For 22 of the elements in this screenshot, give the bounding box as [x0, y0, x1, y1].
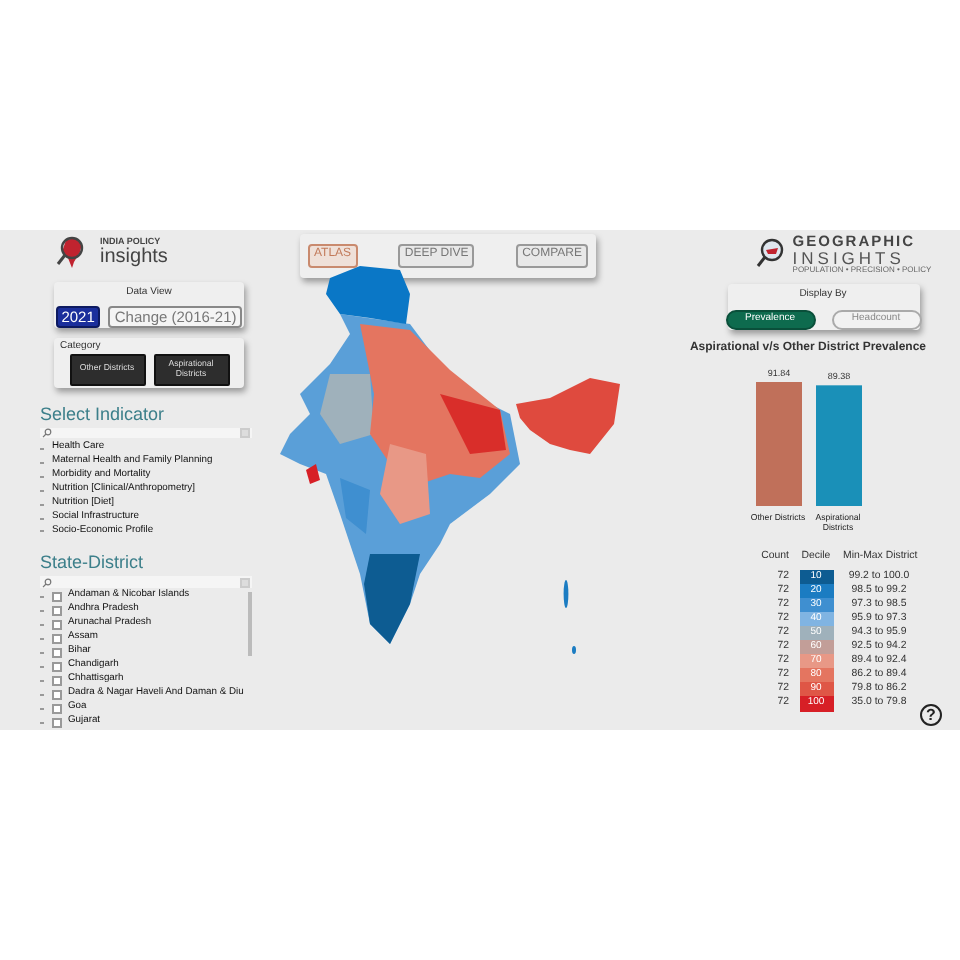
checkbox[interactable] [52, 606, 62, 616]
checkbox[interactable] [52, 620, 62, 630]
logo-icon [756, 238, 785, 270]
checkbox[interactable] [52, 718, 62, 728]
dropdown-icon[interactable] [240, 577, 250, 588]
checkbox[interactable] [52, 592, 62, 602]
checkbox[interactable] [52, 676, 62, 686]
search-field[interactable] [40, 427, 252, 439]
logo-text: INSIGHTS [792, 249, 905, 266]
scrollbar[interactable] [248, 592, 252, 656]
section-title: State-District [40, 554, 146, 573]
checkbox[interactable] [52, 704, 62, 714]
checkbox[interactable] [52, 634, 62, 644]
search-icon [42, 577, 52, 588]
help-icon[interactable]: ? [920, 704, 942, 726]
search-field[interactable] [40, 576, 252, 588]
logo-text: insights [100, 247, 168, 268]
checkbox[interactable] [52, 648, 62, 658]
checkbox[interactable] [52, 662, 62, 672]
checkbox[interactable] [52, 690, 62, 700]
section-title: Select Indicator [40, 405, 167, 424]
search-icon [42, 427, 52, 438]
